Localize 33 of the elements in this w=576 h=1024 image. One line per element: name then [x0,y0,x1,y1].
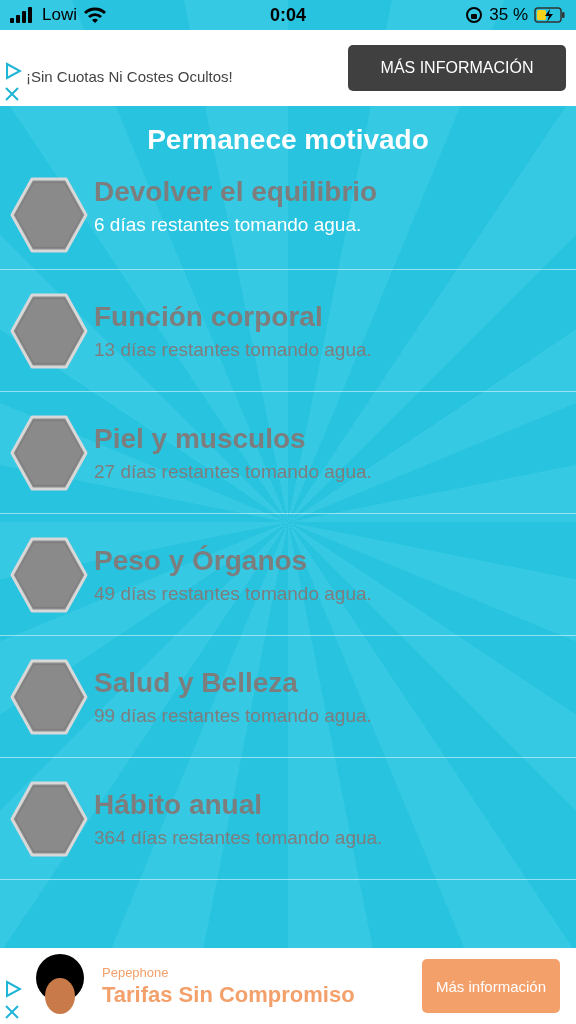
hexagon-badge-icon [10,176,88,254]
goal-subtitle: 49 días restantes tomando agua. [94,582,372,605]
goal-subtitle: 27 días restantes tomando agua. [94,460,372,483]
hexagon-badge-icon [10,413,88,492]
hexagon-badge-icon [10,779,88,858]
goal-title: Piel y musculos [94,422,307,455]
goal-title: Función corporal [94,300,324,333]
more-info-button[interactable]: MÁS INFORMACIÓN [348,45,566,91]
hexagon-badge-icon [10,291,88,370]
ad-info-icon[interactable] [4,62,22,80]
page-title: Permanece motivado [146,124,430,156]
goal-title: Peso y Órganos [94,544,309,577]
close-icon[interactable] [4,86,20,102]
ad-text: ¡Sin Cuotas Ni Costes Ocultos! [26,67,234,85]
battery-percent: 35 % [489,5,528,25]
wifi-icon [82,6,107,24]
carrier-name: Lowi [42,5,77,25]
hexagon-badge-icon [10,535,88,614]
battery-charging-icon [534,7,566,23]
ad-headline: Tarifas Sin Compromiso [102,981,356,1008]
rotation-lock-icon [465,6,484,24]
goal-subtitle: 364 días restantes tomando agua. [94,826,383,849]
goal-title: Devolver el equilibrio [94,176,378,208]
goal-subtitle: 13 días restantes tomando agua. [94,338,372,361]
hexagon-badge-icon [10,657,88,736]
goal-subtitle: 99 días restantes tomando agua. [94,704,372,727]
goal-subtitle: 6 días restantes tomando agua. [94,214,363,236]
advertiser-name: Pepephone [102,964,170,980]
goal-title: Salud y Belleza [94,666,299,699]
ad-info-icon[interactable] [4,980,22,998]
close-icon[interactable] [4,1004,20,1020]
goal-title: Hábito anual [94,788,263,821]
clock-time: 0:04 [270,4,306,26]
